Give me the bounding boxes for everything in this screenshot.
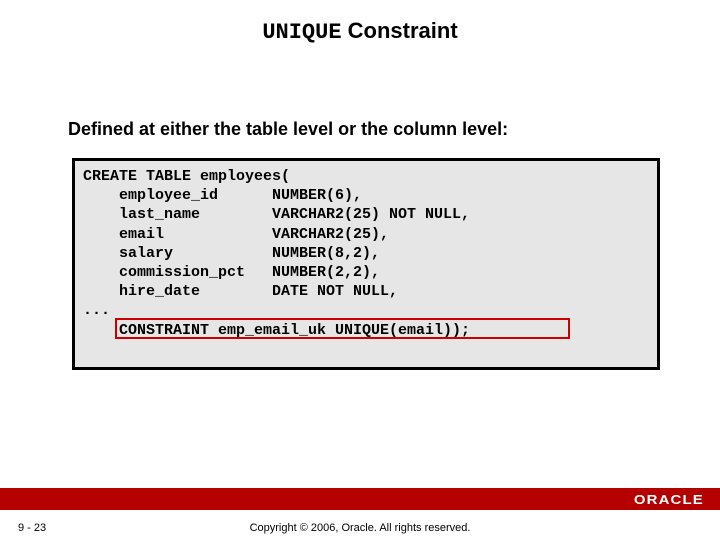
code-line: last_name VARCHAR2(25) NOT NULL,	[83, 206, 470, 223]
code-line: ...	[83, 302, 110, 319]
code-line: CREATE TABLE employees(	[83, 168, 290, 185]
highlight-rectangle	[115, 318, 570, 339]
title-rest: Constraint	[342, 18, 458, 43]
slide-subtitle: Defined at either the table level or the…	[0, 119, 720, 140]
code-line: commission_pct NUMBER(2,2),	[83, 264, 380, 281]
slide-title: UNIQUE Constraint	[0, 0, 720, 45]
code-line: email VARCHAR2(25),	[83, 226, 389, 243]
code-line: salary NUMBER(8,2),	[83, 245, 380, 262]
code-line: hire_date DATE NOT NULL,	[83, 283, 398, 300]
title-keyword: UNIQUE	[262, 20, 341, 45]
copyright-text: Copyright © 2006, Oracle. All rights res…	[0, 522, 720, 534]
code-line: employee_id NUMBER(6),	[83, 187, 362, 204]
footer-bar: ORACLE	[0, 488, 720, 510]
code-block: CREATE TABLE employees( employee_id NUMB…	[72, 158, 660, 370]
oracle-logo: ORACLE	[634, 492, 704, 507]
